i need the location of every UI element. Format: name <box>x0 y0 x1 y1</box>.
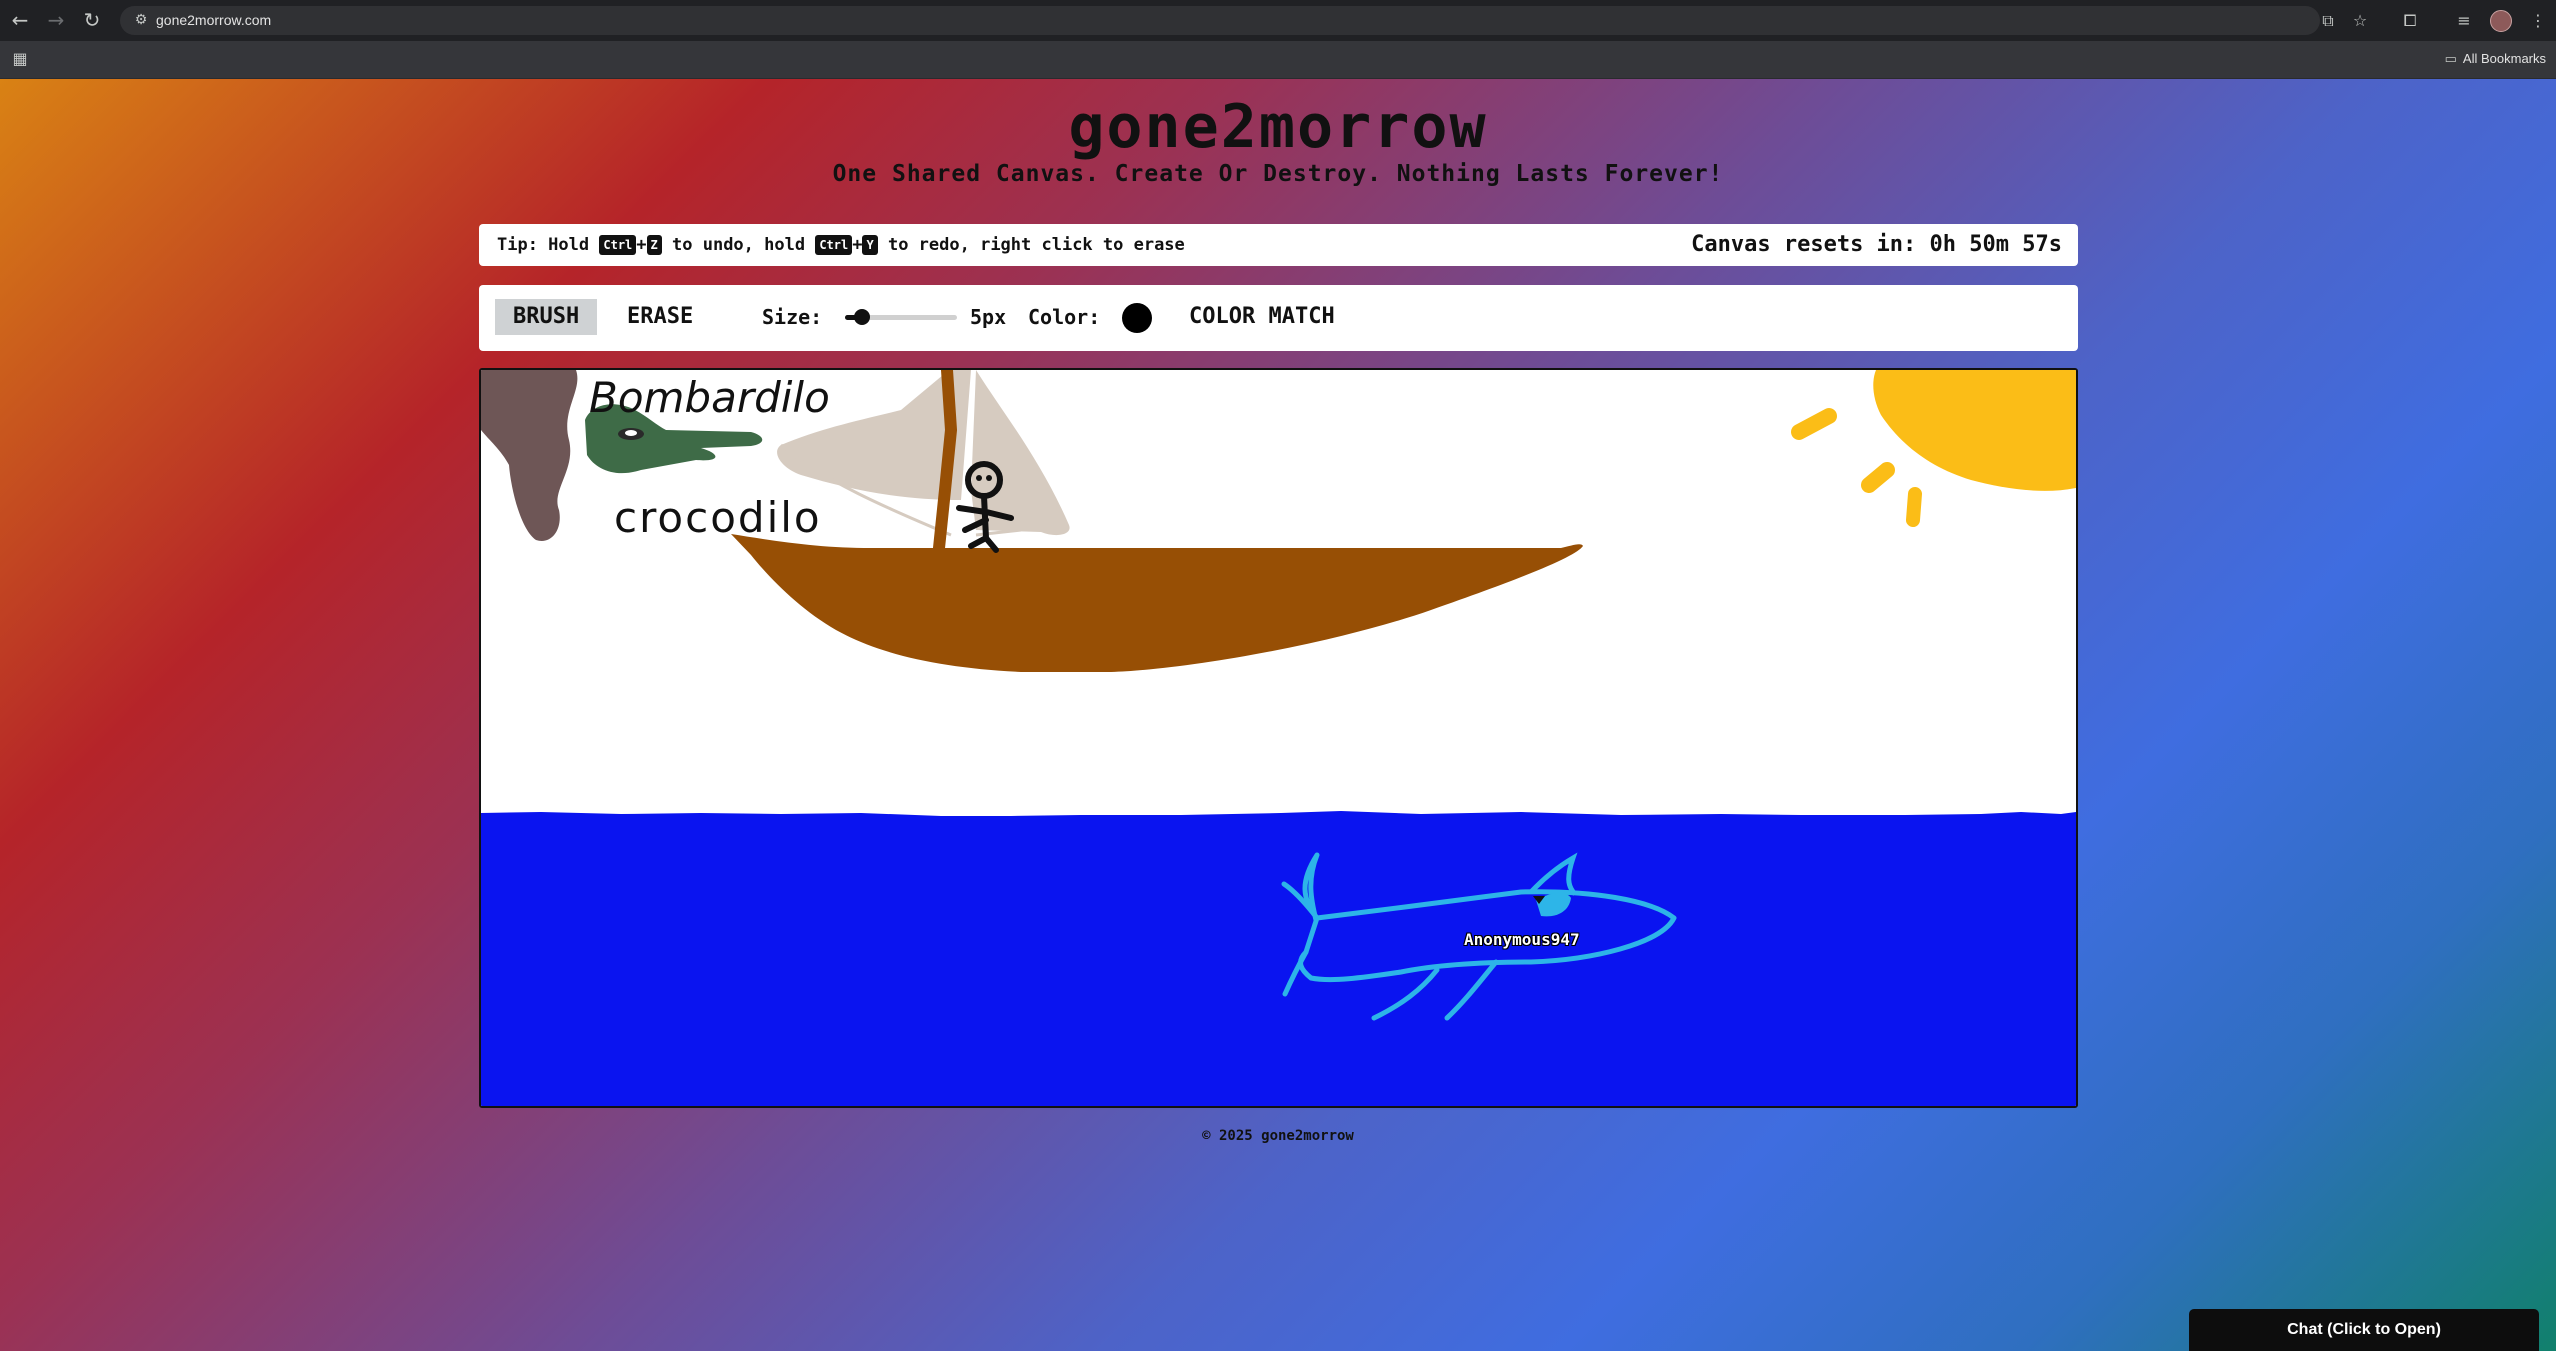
site-info-icon[interactable]: ⚙ <box>132 11 150 29</box>
profile-avatar[interactable] <box>2490 10 2512 32</box>
tip-mid: to undo, hold <box>672 235 806 255</box>
all-bookmarks-button[interactable]: ▭ All Bookmarks <box>2445 46 2546 72</box>
drawn-text-bombardilo: Bombardilo <box>589 373 830 422</box>
chat-toggle-button[interactable]: Chat (Click to Open) <box>2189 1309 2539 1351</box>
back-icon[interactable]: ← <box>8 8 32 32</box>
forward-icon[interactable]: → <box>44 8 68 32</box>
site-title: gone2morrow <box>1068 92 1488 162</box>
smoke-drawing <box>481 370 578 541</box>
sun-ray-3 <box>1906 487 1922 527</box>
remote-user-label: Anonymous947 <box>1464 930 1580 949</box>
reset-timer: Canvas resets in: 0h 50m 57s <box>1691 224 2062 266</box>
canvas-drawing <box>481 370 2076 1106</box>
all-bookmarks-label: All Bookmarks <box>2462 51 2546 66</box>
plus-sign: + <box>852 235 863 255</box>
reset-countdown: 0h 50m 57s <box>1929 232 2062 257</box>
tip-bar: Tip: Hold Ctrl + Z to undo, hold Ctrl + Y to… <box>479 224 2078 266</box>
color-picker[interactable] <box>1122 303 1152 333</box>
figure-eye <box>986 475 992 481</box>
sun-ray-2 <box>1861 462 1895 493</box>
erase-button[interactable]: ERASE <box>609 299 711 335</box>
reset-label: Canvas resets in: <box>1691 232 1917 257</box>
drawing-toolbar: BRUSH ERASE Size: 5px Color: COLOR MATCH <box>479 285 2078 351</box>
media-control-icon[interactable]: ≡ <box>2450 6 2478 35</box>
size-value: 5px <box>970 305 1007 329</box>
sun-ray-1 <box>1791 408 1837 440</box>
figure-eye <box>976 475 982 481</box>
color-match-button[interactable]: COLOR MATCH <box>1171 299 1353 335</box>
size-slider-thumb[interactable] <box>853 309 870 325</box>
tip-text: Tip: Hold Ctrl + Z to undo, hold Ctrl + Y to… <box>497 224 1185 266</box>
reload-icon[interactable]: ↻ <box>80 8 104 32</box>
apps-grid-icon[interactable]: ▦ <box>10 49 30 69</box>
ctrl-key: Ctrl <box>815 235 853 255</box>
croc-eye-inner <box>625 430 637 436</box>
sun-drawing <box>1873 370 2076 491</box>
y-key: Y <box>862 235 878 255</box>
tip-prefix: Tip: Hold <box>497 235 590 255</box>
folder-icon: ▭ <box>2444 51 2457 66</box>
bookmark-star-icon[interactable]: ☆ <box>2346 6 2374 35</box>
ctrl-key: Ctrl <box>599 235 637 255</box>
bookmarks-bar <box>0 41 2556 79</box>
browser-toolbar: ← → ↻ ⚙ gone2morrow.com ⧉ ☆ ⧠ ≡ ⋮ <box>0 0 2556 41</box>
brush-button[interactable]: BRUSH <box>495 299 598 335</box>
plus-sign: + <box>636 235 647 255</box>
install-app-icon[interactable]: ⧉ <box>2314 6 2342 35</box>
size-label: Size: <box>762 305 823 329</box>
page-background: gone2morrow One Shared Canvas. Create Or… <box>0 79 2556 1351</box>
address-bar[interactable]: ⚙ gone2morrow.com <box>120 6 2320 35</box>
site-subtitle: One Shared Canvas. Create Or Destroy. No… <box>832 161 1724 187</box>
address-url: gone2morrow.com <box>156 12 272 28</box>
tip-suffix: to redo, right click to erase <box>887 235 1185 255</box>
boat-hull <box>731 534 1583 672</box>
z-key: Z <box>646 235 662 255</box>
color-label: Color: <box>1028 305 1101 329</box>
extensions-icon[interactable]: ⧠ <box>2396 6 2424 35</box>
footer-copyright: © 2025 gone2morrow <box>1202 1128 1354 1144</box>
sea-drawing <box>481 811 2076 1106</box>
size-slider[interactable] <box>845 309 957 325</box>
drawn-text-crocodilo: crocodilo <box>614 493 822 542</box>
menu-kebab-icon[interactable]: ⋮ <box>2524 6 2552 35</box>
drawing-canvas[interactable]: Bombardilo crocodilo Anonymous947 <box>479 368 2078 1108</box>
